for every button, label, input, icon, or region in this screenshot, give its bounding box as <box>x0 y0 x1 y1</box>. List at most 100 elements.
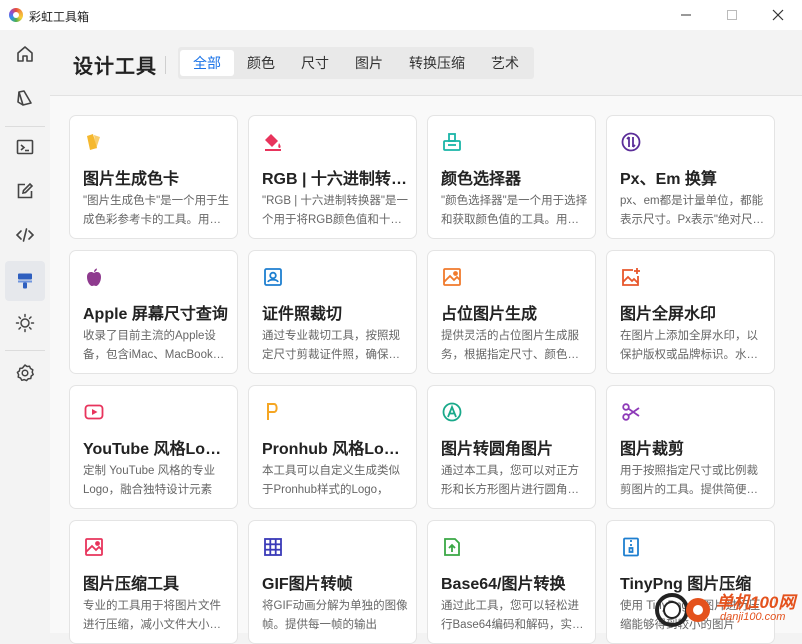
maximize-icon <box>727 10 737 20</box>
watermark-icon <box>622 268 640 286</box>
site-watermark: 单机100网 danji100.com <box>650 584 802 632</box>
close-button[interactable] <box>755 0 801 30</box>
minimize-icon <box>681 14 691 16</box>
tool-card-fullscreen-watermark[interactable]: 图片全屏水印 在图片上添加全屏水印，以保护版权或品牌标识。水印内容可自定义 <box>606 250 775 374</box>
tool-card-apple-screen[interactable]: Apple 屏幕尺寸查询 收录了目前主流的Apple设备，包含iMac、MacB… <box>69 250 238 374</box>
card-title: 图片转圆角图片 <box>441 441 554 458</box>
card-title: Base64/图片转换 <box>441 576 566 593</box>
sidebar-item-design[interactable] <box>5 78 45 118</box>
code-icon <box>15 228 35 242</box>
card-title: 图片裁剪 <box>620 441 685 458</box>
card-desc: 专业的工具用于将图片文件进行压缩，减小文件大小同时保持画质 <box>83 600 221 631</box>
watermark-text: 单机100网 <box>716 593 796 612</box>
card-title: 图片压缩工具 <box>83 576 180 593</box>
tab-art[interactable]: 艺术 <box>478 50 532 76</box>
card-color-icon <box>87 134 100 150</box>
palette-icon <box>17 90 32 106</box>
page-title: 设计工具 <box>73 56 157 78</box>
image-compress-icon <box>85 538 103 556</box>
tool-card-px-em[interactable]: Px、Em 换算 px、em都是计量单位，都能表示尺寸。Px表示"绝对尺寸" <box>606 115 775 239</box>
card-desc: 通过专业裁切工具，按照规定尺寸剪裁证件照，确保符合要求 <box>262 330 400 361</box>
card-desc: 将GIF动画分解为单独的图像帧。提供每一帧的输出 <box>262 600 408 631</box>
tool-card-placeholder-image[interactable]: 占位图片生成 提供灵活的占位图片生成服务，根据指定尺寸、颜色生成图片 <box>427 250 596 374</box>
tab-size[interactable]: 尺寸 <box>288 50 342 76</box>
card-title: Apple 屏幕尺寸查询 <box>83 306 228 323</box>
sidebar-item-settings[interactable] <box>5 353 45 393</box>
card-desc: "图片生成色卡"是一个用于生成色彩参考卡的工具。用户可以上传图片 <box>83 195 230 226</box>
card-title: 证件照裁切 <box>262 306 343 323</box>
tool-card-color-picker[interactable]: 颜色选择器 "颜色选择器"是一个用于选择和获取颜色值的工具。用户可以选择 <box>427 115 596 239</box>
card-title: Px、Em 换算 <box>620 171 717 188</box>
tool-card-round-corner[interactable]: 图片转圆角图片 通过本工具，您可以对正方形和长方形图片进行圆角处理 <box>427 385 596 509</box>
sidebar-item-code[interactable] <box>5 215 45 255</box>
upload-file-icon <box>444 538 460 556</box>
placeholder-image-icon <box>443 268 461 286</box>
title-bar: 彩虹工具箱 <box>0 0 802 30</box>
scissors-icon <box>622 403 640 421</box>
card-title: YouTube 风格Logo生成 <box>83 441 228 458</box>
card-title: 图片生成色卡 <box>83 171 180 188</box>
watermark-subtext: danji100.com <box>720 611 786 623</box>
category-tabs: 全部 颜色 尺寸 图片 转换压缩 艺术 <box>178 47 534 79</box>
close-icon <box>772 9 784 21</box>
paint-bucket-icon <box>265 134 281 151</box>
main-panel: 设计工具 全部 颜色 尺寸 图片 转换压缩 艺术 图片生成色卡 "图片生成色卡"… <box>50 30 802 644</box>
tab-all[interactable]: 全部 <box>180 50 234 76</box>
card-desc: 提供灵活的占位图片生成服务，根据指定尺寸、颜色生成图片 <box>441 330 579 361</box>
tab-image[interactable]: 图片 <box>342 50 396 76</box>
sidebar <box>0 30 50 632</box>
title-divider <box>165 56 166 74</box>
minimize-button[interactable] <box>663 0 709 30</box>
sidebar-item-theme[interactable] <box>5 303 45 343</box>
card-title: GIF图片转帧 <box>262 576 353 593</box>
grid-icon <box>264 538 282 556</box>
tool-card-image-crop[interactable]: 图片裁剪 用于按照指定尺寸或比例裁剪图片的工具。提供简便的操作 <box>606 385 775 509</box>
card-title: Pronhub 风格Logo生成 <box>262 441 407 458</box>
color-picker-icon <box>443 133 461 151</box>
maximize-button[interactable] <box>709 0 755 30</box>
sidebar-item-design-tools[interactable] <box>5 261 45 301</box>
card-desc: 收录了目前主流的Apple设备，包含iMac、MacBook、iPhone等 <box>83 330 225 361</box>
card-desc: px、em都是计量单位，都能表示尺寸。Px表示"绝对尺寸" <box>620 195 764 226</box>
tool-card-gif-frames[interactable]: GIF图片转帧 将GIF动画分解为单独的图像帧。提供每一帧的输出 <box>248 520 417 644</box>
card-title: 图片全屏水印 <box>620 306 717 323</box>
card-desc: 本工具可以自定义生成类似于Pronhub样式的Logo， <box>262 465 400 496</box>
terminal-icon <box>16 139 34 155</box>
card-desc: 在图片上添加全屏水印，以保护版权或品牌标识。水印内容可自定义 <box>620 330 758 361</box>
sidebar-item-edit[interactable] <box>5 171 45 211</box>
edit-icon <box>17 182 34 199</box>
tool-grid: 图片生成色卡 "图片生成色卡"是一个用于生成色彩参考卡的工具。用户可以上传图片 … <box>50 95 802 644</box>
card-desc: 通过此工具，您可以轻松进行Base64编码和解码，实现图片转换 <box>441 600 584 631</box>
card-title: RGB | 十六进制转换器 <box>262 171 407 188</box>
watermark-logo-icon <box>655 593 710 627</box>
tool-card-youtube-logo[interactable]: YouTube 风格Logo生成 定制 YouTube 风格的专业Logo，融合… <box>69 385 238 509</box>
sidebar-item-terminal[interactable] <box>5 127 45 167</box>
tool-card-id-photo[interactable]: 证件照裁切 通过专业裁切工具，按照规定尺寸剪裁证件照，确保符合要求 <box>248 250 417 374</box>
sidebar-item-home[interactable] <box>5 34 45 74</box>
tool-card-image-compress[interactable]: 图片压缩工具 专业的工具用于将图片文件进行压缩，减小文件大小同时保持画质 <box>69 520 238 644</box>
tab-convert-compress[interactable]: 转换压缩 <box>396 50 478 76</box>
round-corner-icon <box>442 402 462 422</box>
card-desc: 定制 YouTube 风格的专业Logo，融合独特设计元素 <box>83 465 216 496</box>
tool-card-rgb-hex[interactable]: RGB | 十六进制转换器 "RGB | 十六进制转换器"是一个用于将RGB颜色… <box>248 115 417 239</box>
paint-roller-icon <box>18 273 32 289</box>
card-title: 占位图片生成 <box>441 306 538 323</box>
window-title: 彩虹工具箱 <box>29 10 90 24</box>
p-logo-icon <box>267 403 278 420</box>
gear-icon <box>16 364 34 382</box>
card-desc: "RGB | 十六进制转换器"是一个用于将RGB颜色值和十六进制颜色值互相转换 <box>262 195 408 226</box>
zip-icon <box>623 537 639 557</box>
card-desc: 通过本工具，您可以对正方形和长方形图片进行圆角处理 <box>441 465 579 496</box>
card-title: 颜色选择器 <box>441 171 522 188</box>
apple-icon <box>87 268 101 286</box>
card-desc: 用于按照指定尺寸或比例裁剪图片的工具。提供简便的操作 <box>620 465 758 496</box>
sun-icon <box>15 313 35 333</box>
convert-icon <box>621 132 641 152</box>
youtube-icon <box>84 404 104 420</box>
tab-color[interactable]: 颜色 <box>234 50 288 76</box>
card-desc: "颜色选择器"是一个用于选择和获取颜色值的工具。用户可以选择 <box>441 195 588 226</box>
tool-card-image-palette[interactable]: 图片生成色卡 "图片生成色卡"是一个用于生成色彩参考卡的工具。用户可以上传图片 <box>69 115 238 239</box>
tool-card-base64-image[interactable]: Base64/图片转换 通过此工具，您可以轻松进行Base64编码和解码，实现图… <box>427 520 596 644</box>
tool-card-pronhub-logo[interactable]: Pronhub 风格Logo生成 本工具可以自定义生成类似于Pronhub样式的… <box>248 385 417 509</box>
app-logo-icon <box>9 8 23 22</box>
